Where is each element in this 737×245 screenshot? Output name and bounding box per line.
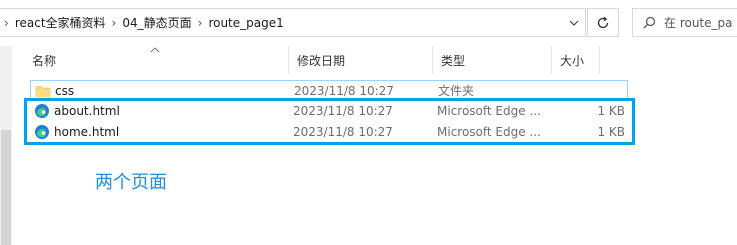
column-headers: 名称 修改日期 类型 大小 xyxy=(12,46,632,74)
column-header-modified-label: 修改日期 xyxy=(297,54,346,68)
column-header-size-label: 大小 xyxy=(560,54,585,68)
refresh-icon xyxy=(597,16,609,28)
column-header-modified[interactable]: 修改日期 xyxy=(289,46,433,74)
breadcrumb-item-1[interactable]: 04_静态页面 xyxy=(122,14,191,31)
address-bar[interactable]: › react全家桶资料 › 04_静态页面 › route_page1 xyxy=(0,8,586,37)
address-toolbar: › react全家桶资料 › 04_静态页面 › route_page1 xyxy=(0,0,737,46)
breadcrumb-chevron-icon[interactable]: › xyxy=(0,16,15,30)
chevron-down-icon xyxy=(569,20,579,26)
search-input[interactable] xyxy=(664,15,737,30)
search-icon xyxy=(643,16,656,29)
refresh-button[interactable] xyxy=(587,8,619,37)
folder-icon xyxy=(35,86,51,98)
column-header-name[interactable]: 名称 xyxy=(24,46,289,74)
breadcrumb-item-0[interactable]: react全家桶资料 xyxy=(15,14,106,31)
breadcrumb-separator-icon[interactable]: › xyxy=(106,16,123,30)
annotation-text: 两个页面 xyxy=(95,172,167,193)
search-box[interactable] xyxy=(632,8,737,37)
column-header-type[interactable]: 类型 xyxy=(433,46,552,74)
breadcrumb-separator-icon[interactable]: › xyxy=(192,16,209,30)
column-header-name-label: 名称 xyxy=(32,54,57,68)
breadcrumb-item-2[interactable]: route_page1 xyxy=(208,16,283,30)
navigation-pane xyxy=(0,46,12,245)
nav-scrollbar[interactable] xyxy=(1,130,11,245)
column-header-type-label: 类型 xyxy=(441,54,466,68)
address-dropdown-button[interactable] xyxy=(563,9,585,36)
column-header-size[interactable]: 大小 xyxy=(552,46,600,74)
annotation-highlight-box xyxy=(24,98,635,145)
